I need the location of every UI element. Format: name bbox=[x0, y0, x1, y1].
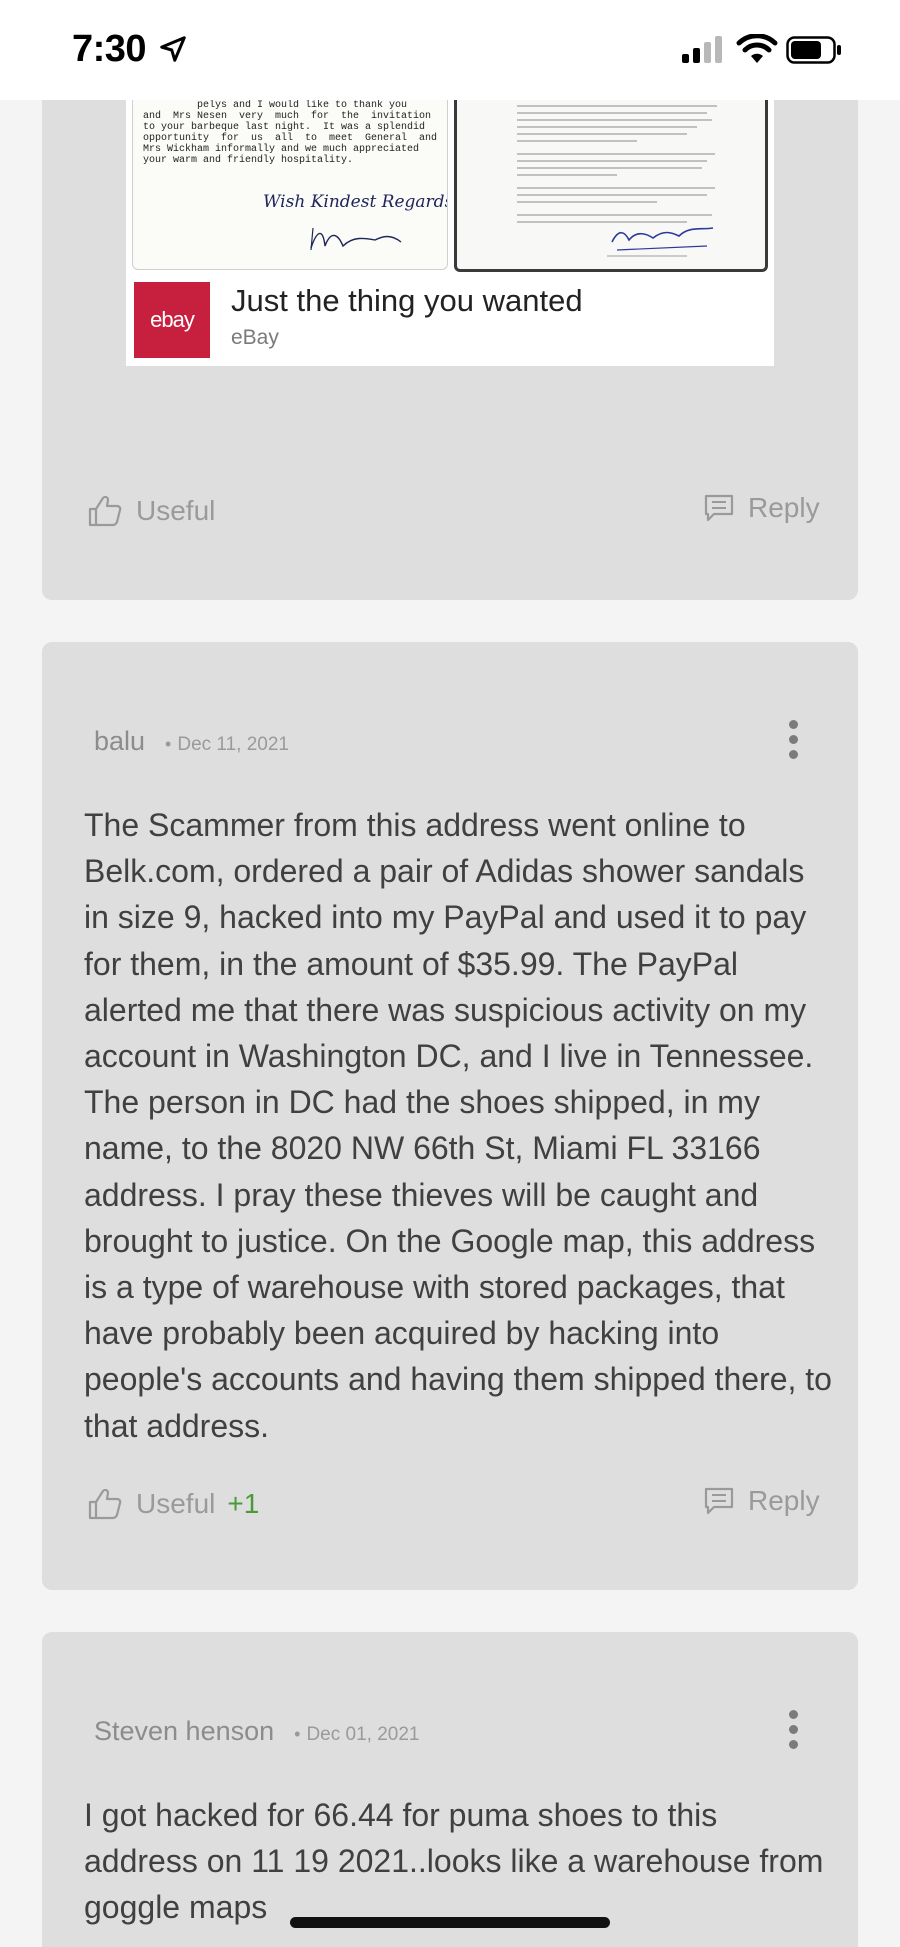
comment-meta: Steven henson • Dec 01, 2021 bbox=[94, 1716, 419, 1747]
location-arrow-icon bbox=[160, 36, 186, 62]
thumbs-up-icon bbox=[88, 495, 122, 527]
comment-author[interactable]: balu bbox=[94, 726, 145, 757]
reply-button[interactable]: Reply bbox=[704, 492, 820, 524]
wifi-icon bbox=[736, 34, 778, 63]
comment-date: Dec 01, 2021 bbox=[306, 1724, 420, 1745]
comment-date: Dec 11, 2021 bbox=[177, 734, 289, 755]
comment-text: The Scammer from this address went onlin… bbox=[84, 807, 832, 1444]
svg-text:Wish Kindest Regards,: Wish Kindest Regards, bbox=[263, 192, 448, 212]
useful-button[interactable]: Useful +1 bbox=[88, 1488, 259, 1520]
ad-title[interactable]: Just the thing you wanted bbox=[231, 283, 583, 319]
reply-button[interactable]: Reply bbox=[704, 1485, 820, 1517]
ad-letter-image: pelys and I would like to thank you and … bbox=[132, 100, 448, 270]
handwritten-signature-image: Wish Kindest Regards, bbox=[263, 192, 448, 251]
ebay-ad[interactable]: pelys and I would like to thank you and … bbox=[126, 100, 774, 366]
home-indicator[interactable] bbox=[290, 1917, 610, 1928]
ad-letter-image-2 bbox=[454, 100, 768, 272]
more-options-icon[interactable] bbox=[789, 720, 799, 760]
useful-label: Useful bbox=[136, 1488, 216, 1519]
useful-label: Useful bbox=[136, 495, 216, 526]
useful-button[interactable]: Useful bbox=[88, 495, 215, 527]
more-options-icon[interactable] bbox=[789, 1710, 799, 1750]
status-time: 7:30 bbox=[72, 28, 147, 70]
ad-source: eBay bbox=[231, 326, 279, 349]
typed-letter-image bbox=[517, 105, 717, 257]
meta-separator: • bbox=[165, 734, 172, 754]
useful-count: +1 bbox=[227, 1488, 260, 1519]
comment-card: Steven henson • Dec 01, 2021 I got hacke… bbox=[42, 1632, 858, 1947]
ebay-logo: ebay bbox=[134, 282, 210, 358]
reply-label: Reply bbox=[748, 492, 820, 523]
comment-text: I got hacked for 66.44 for puma shoes to… bbox=[84, 1797, 824, 1926]
comment-card: balu • Dec 11, 2021 The Scammer from thi… bbox=[42, 642, 858, 1590]
battery-icon bbox=[786, 36, 841, 64]
reply-label: Reply bbox=[748, 1485, 820, 1516]
reply-comment-icon bbox=[704, 1487, 734, 1515]
cellular-signal-icon bbox=[682, 36, 722, 63]
reply-comment-icon bbox=[704, 494, 734, 522]
thumbs-up-icon bbox=[88, 1488, 122, 1520]
ebay-logo-text: ebay bbox=[150, 307, 195, 332]
comment-meta: balu • Dec 11, 2021 bbox=[94, 726, 289, 757]
comment-author[interactable]: Steven henson bbox=[94, 1716, 274, 1747]
status-bar: 7:30 bbox=[0, 0, 900, 100]
meta-separator: • bbox=[294, 1724, 301, 1744]
